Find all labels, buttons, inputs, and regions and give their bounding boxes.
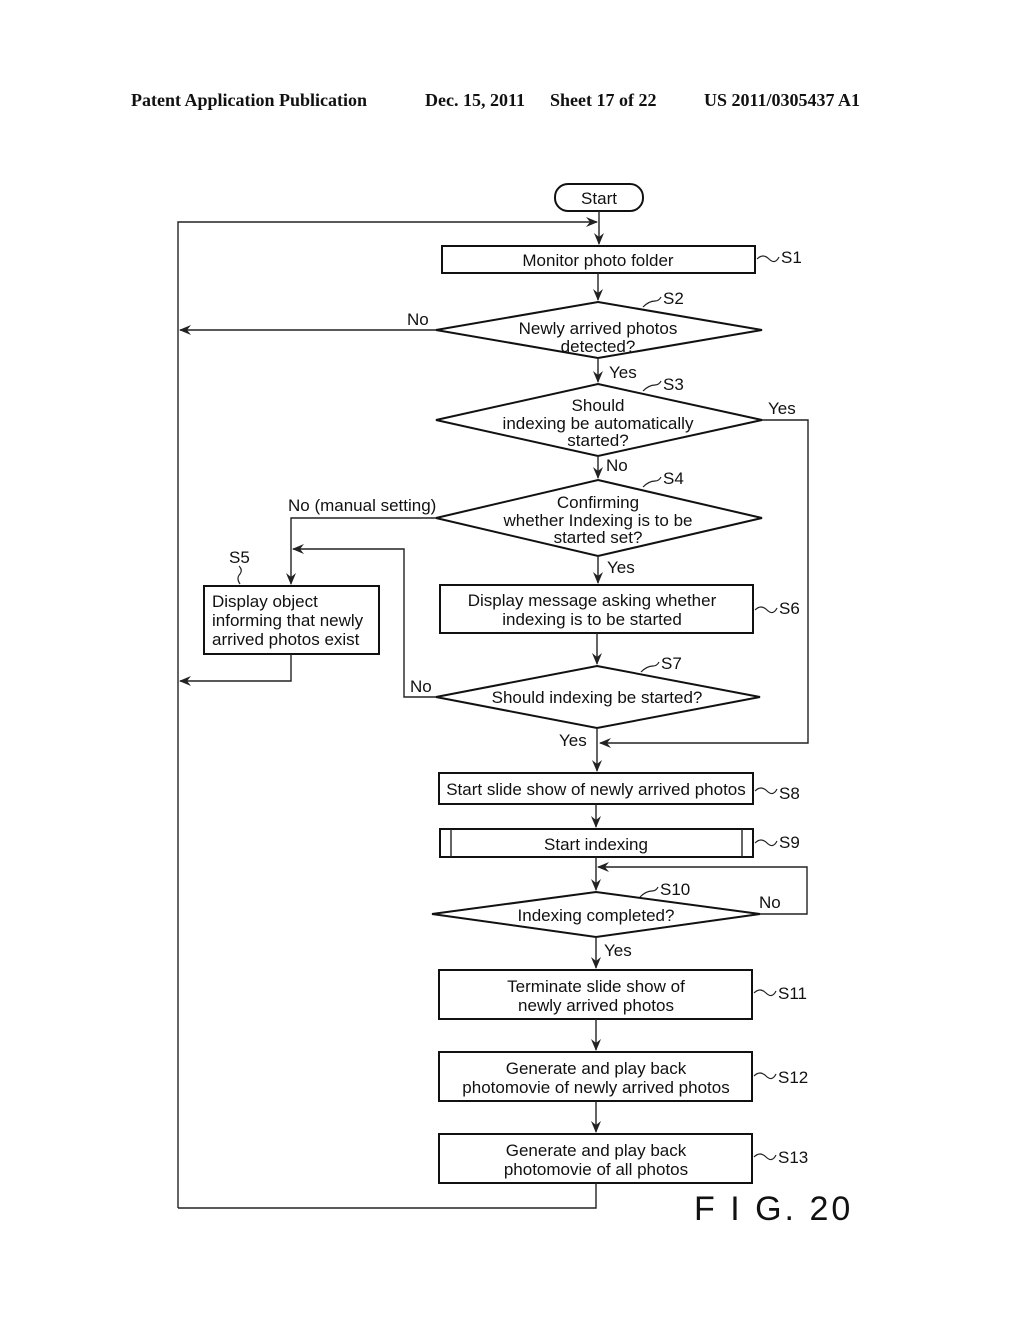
arrow-s4-no: [286, 517, 436, 585]
step-s2: Newly arrived photos detected? S2: [435, 289, 763, 360]
s3-text-3: started?: [567, 431, 628, 450]
s6-text-2: indexing is to be started: [502, 610, 682, 629]
step-s1: Monitor photo folder S1: [441, 245, 802, 274]
s6-text-1: Display message asking whether: [468, 591, 717, 610]
s13-text-1: Generate and play back: [506, 1141, 687, 1160]
step-s4: Confirming whether Indexing is to be sta…: [435, 469, 763, 558]
s12-text-1: Generate and play back: [506, 1059, 687, 1078]
step-s7: Should indexing be started? S7: [435, 654, 761, 730]
s12-id: S12: [778, 1068, 808, 1087]
s4-id: S4: [663, 469, 684, 488]
s2-text-2: detected?: [561, 337, 636, 356]
s10-id: S10: [660, 880, 690, 899]
figure-label: F I G. 20: [694, 1190, 853, 1228]
s6-id: S6: [779, 599, 800, 618]
s2-id: S2: [663, 289, 684, 308]
s1-id: S1: [781, 248, 802, 267]
s4-text-1: Confirming: [557, 493, 639, 512]
s8-id: S8: [779, 784, 800, 803]
step-s11: Terminate slide show of newly arrived ph…: [438, 969, 807, 1020]
s11-text-1: Terminate slide show of: [507, 977, 685, 996]
s5-text-2: informing that newly: [212, 611, 364, 630]
step-s6: Display message asking whether indexing …: [439, 584, 800, 634]
s3-id: S3: [663, 375, 684, 394]
step-s12: Generate and play back photomovie of new…: [438, 1051, 808, 1102]
s11-id: S11: [778, 984, 807, 1003]
step-s8: Start slide show of newly arrived photos…: [438, 772, 800, 805]
s2-text-1: Newly arrived photos: [519, 319, 678, 338]
label-s3-yes: Yes: [768, 399, 796, 418]
label-s2-no: No: [407, 310, 429, 329]
s4-text-3: started set?: [554, 528, 643, 547]
s11-text-2: newly arrived photos: [518, 996, 674, 1015]
label-s10-yes: Yes: [604, 941, 632, 960]
s9-id: S9: [779, 833, 800, 852]
label-s3-no: No: [606, 456, 628, 475]
flowchart: Start Monitor photo folder S1 Newly arri…: [177, 183, 853, 1228]
s7-id: S7: [661, 654, 682, 673]
start-label: Start: [581, 189, 617, 208]
label-s7-yes: Yes: [559, 731, 587, 750]
label-s7-no: No: [410, 677, 432, 696]
label-s4-no: No (manual setting): [288, 496, 436, 515]
arrow-s13-return: [178, 1183, 597, 1209]
s13-text-2: photomovie of all photos: [504, 1160, 688, 1179]
arrow-s5-return: [179, 654, 292, 686]
label-s4-yes: Yes: [607, 558, 635, 577]
s7-text: Should indexing be started?: [492, 688, 703, 707]
start-terminal: Start: [554, 183, 644, 212]
s13-id: S13: [778, 1148, 808, 1167]
label-s10-no: No: [759, 893, 781, 912]
step-s9: Start indexing S9: [439, 828, 800, 858]
s12-text-2: photomovie of newly arrived photos: [462, 1078, 729, 1097]
s5-id: S5: [229, 548, 250, 567]
s8-text: Start slide show of newly arrived photos: [446, 780, 746, 799]
s3-text-1: Should: [572, 396, 625, 415]
step-s3: Should indexing be automatically started…: [435, 375, 763, 458]
s5-text-3: arrived photos exist: [212, 630, 360, 649]
s5-text-1: Display object: [212, 592, 318, 611]
s1-text: Monitor photo folder: [522, 251, 674, 270]
label-s2-yes: Yes: [609, 363, 637, 382]
s10-text: Indexing completed?: [518, 906, 675, 925]
s9-text: Start indexing: [544, 835, 648, 854]
step-s13: Generate and play back photomovie of all…: [438, 1133, 808, 1184]
